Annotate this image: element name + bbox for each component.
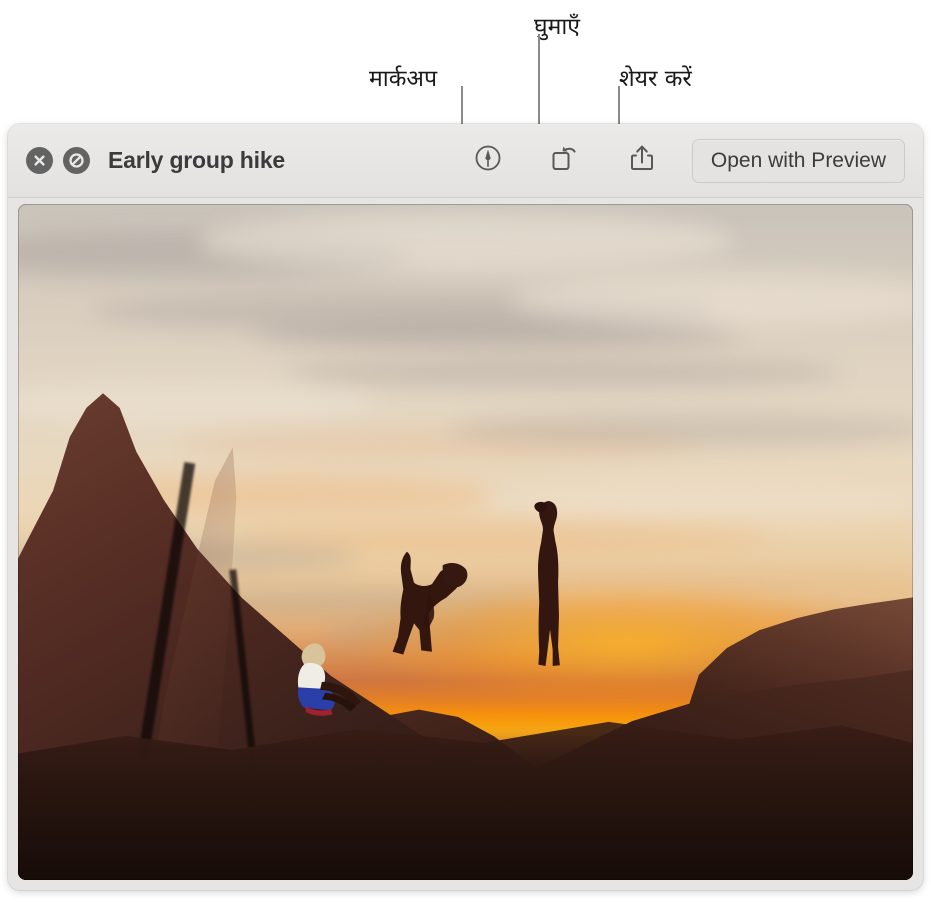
callout-label-rotate: घुमाएँ bbox=[534, 14, 581, 40]
page-title: Early group hike bbox=[108, 147, 286, 173]
quick-look-toolbar: Early group hike Open with Preview bbox=[8, 124, 923, 198]
rotate-icon bbox=[548, 142, 580, 179]
hike-photo bbox=[18, 204, 913, 880]
markup-icon bbox=[473, 143, 503, 178]
slash-circle-icon bbox=[69, 153, 84, 168]
callout-label-share: शेयर करें bbox=[619, 66, 692, 92]
rotate-button[interactable] bbox=[542, 139, 586, 183]
share-icon bbox=[626, 142, 658, 179]
share-button[interactable] bbox=[620, 139, 664, 183]
open-with-preview-button[interactable]: Open with Preview bbox=[691, 138, 905, 183]
photo-container[interactable] bbox=[18, 204, 913, 880]
hiker-standing bbox=[533, 501, 563, 670]
close-button[interactable] bbox=[26, 147, 53, 174]
markup-button[interactable] bbox=[466, 139, 510, 183]
quick-look-window: Early group hike Open with Preview bbox=[8, 124, 923, 890]
hiker-bending bbox=[389, 549, 470, 657]
callout-label-markup: मार्कअप bbox=[369, 66, 438, 92]
hiker-sitting bbox=[295, 640, 367, 725]
close-icon bbox=[32, 153, 47, 168]
markup-toggle-button[interactable] bbox=[63, 147, 90, 174]
